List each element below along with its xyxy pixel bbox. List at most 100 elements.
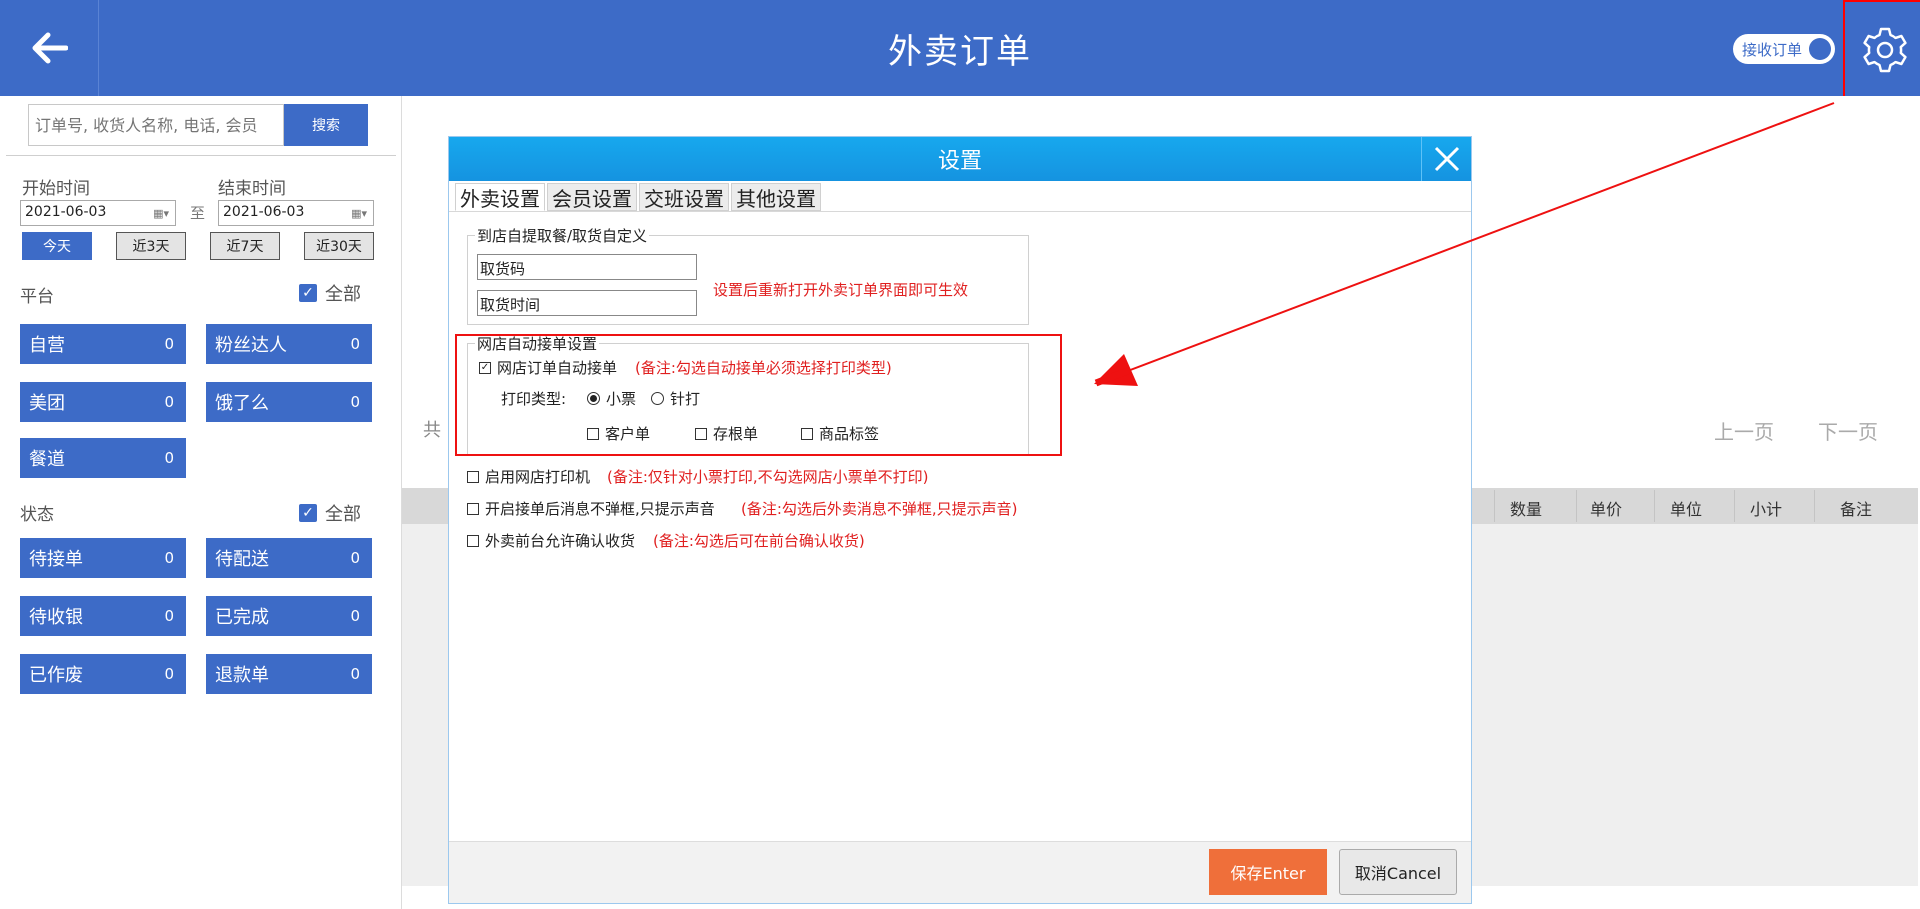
pickup-code-field[interactable]: 取货码 — [477, 254, 697, 280]
option-note: (备注:勾选后可在前台确认收货) — [653, 532, 865, 550]
tile-count: 0 — [164, 665, 174, 683]
platform-tile-meituan[interactable]: 美团 0 — [20, 382, 186, 422]
no-popup-sound-only-checkbox[interactable]: 开启接单后消息不弹框,只提示声音 — [467, 498, 715, 519]
dialog-title-text: 设置 — [937, 149, 982, 174]
platform-tile-self[interactable]: 自营 0 — [20, 324, 186, 364]
status-tile-refund[interactable]: 退款单 0 — [206, 654, 372, 694]
last-7-days-button[interactable]: 近7天 — [210, 232, 280, 260]
pickup-note: 设置后重新打开外卖订单界面即可生效 — [713, 281, 969, 299]
dialog-close-button[interactable] — [1421, 137, 1471, 181]
option-label: 外卖前台允许确认收货 — [485, 532, 636, 550]
tile-count: 0 — [350, 665, 360, 683]
platform-tile-candao[interactable]: 餐道 0 — [20, 438, 186, 478]
search-input[interactable] — [28, 104, 284, 146]
checkbox-icon — [467, 470, 479, 483]
tile-count: 0 — [164, 607, 174, 625]
option-label: 启用网店打印机 — [485, 468, 591, 486]
tile-label: 美团 — [29, 393, 65, 414]
start-date-picker[interactable]: 2021-06-03 ▦▾ — [20, 200, 176, 226]
status-all-checkbox[interactable]: ✓ 全部 — [299, 500, 361, 526]
column-header-subtotal: 小计 — [1750, 500, 1783, 519]
platform-all-checkbox[interactable]: ✓ 全部 — [299, 280, 361, 306]
tab-delivery-settings[interactable]: 外卖设置 — [455, 183, 545, 211]
settings-button[interactable] — [1843, 0, 1920, 105]
toggle-knob — [1809, 38, 1831, 60]
tile-label: 已作废 — [29, 665, 83, 686]
status-tile-completed[interactable]: 已完成 0 — [206, 596, 372, 636]
prev-page-button[interactable]: 上一页 — [1714, 416, 1774, 445]
toggle-label: 接收订单 — [1742, 40, 1803, 59]
last-30-days-button[interactable]: 近30天 — [304, 232, 374, 260]
today-button[interactable]: 今天 — [22, 232, 92, 260]
tab-member-settings[interactable]: 会员设置 — [547, 183, 637, 211]
calendar-icon: ▦▾ — [351, 207, 367, 220]
tile-label: 已完成 — [215, 607, 269, 628]
status-tile-voided[interactable]: 已作废 0 — [20, 654, 186, 694]
status-tile-to-deliver[interactable]: 待配送 0 — [206, 538, 372, 578]
tile-count: 0 — [350, 393, 360, 411]
tab-shift-settings[interactable]: 交班设置 — [639, 183, 729, 211]
pickup-group-title: 到店自提取餐/取货自定义 — [475, 225, 650, 246]
last-3-days-button[interactable]: 近3天 — [116, 232, 186, 260]
divider — [6, 155, 396, 156]
column-divider — [1734, 490, 1735, 522]
cancel-button[interactable]: 取消Cancel — [1339, 849, 1457, 895]
page-title: 外卖订单 — [888, 32, 1032, 72]
highlight-frame — [455, 334, 1062, 456]
platform-tile-fans[interactable]: 粉丝达人 0 — [206, 324, 372, 364]
tile-count: 0 — [164, 335, 174, 353]
pickup-time-field[interactable]: 取货时间 — [477, 290, 697, 316]
tile-label: 粉丝达人 — [215, 335, 287, 356]
column-header-price: 单价 — [1590, 500, 1623, 519]
save-button[interactable]: 保存Enter — [1209, 849, 1327, 895]
status-tile-pending[interactable]: 待接单 0 — [20, 538, 186, 578]
status-heading: 状态 — [20, 505, 54, 525]
start-time-label: 开始时间 — [22, 179, 90, 199]
tile-count: 0 — [350, 335, 360, 353]
status-all-label: 全部 — [325, 504, 361, 525]
checkbox-icon — [467, 534, 479, 547]
tile-label: 待配送 — [215, 549, 269, 570]
platform-tile-eleme[interactable]: 饿了么 0 — [206, 382, 372, 422]
search-button[interactable]: 搜索 — [284, 104, 368, 146]
tab-other-settings[interactable]: 其他设置 — [731, 183, 821, 211]
start-date-value: 2021-06-03 — [25, 204, 107, 220]
tile-count: 0 — [164, 393, 174, 411]
column-divider — [1576, 490, 1577, 522]
tile-label: 自营 — [29, 335, 65, 356]
total-count-label: 共 — [423, 420, 441, 441]
tile-count: 0 — [350, 549, 360, 567]
tile-label: 饿了么 — [215, 393, 269, 414]
enable-shop-printer-checkbox[interactable]: 启用网店打印机 — [467, 466, 590, 487]
option-note: (备注:勾选后外卖消息不弹框,只提示声音) — [741, 500, 1018, 518]
checkbox-icon — [467, 502, 479, 515]
option-label: 开启接单后消息不弹框,只提示声音 — [485, 500, 715, 518]
end-date-picker[interactable]: 2021-06-03 ▦▾ — [218, 200, 374, 226]
tile-label: 退款单 — [215, 665, 269, 686]
dialog-title: 设置 — [449, 137, 1471, 181]
next-page-button[interactable]: 下一页 — [1818, 416, 1878, 445]
column-divider — [1654, 490, 1655, 522]
settings-tabs: 外卖设置 会员设置 交班设置 其他设置 — [455, 183, 821, 211]
tile-count: 0 — [164, 549, 174, 567]
settings-dialog: 设置 外卖设置 会员设置 交班设置 其他设置 到店自提取餐/取货自定义 取货码 … — [448, 136, 1472, 904]
close-icon — [1434, 146, 1459, 172]
column-header-qty: 数量 — [1510, 500, 1543, 519]
check-icon: ✓ — [299, 284, 317, 302]
platform-all-label: 全部 — [325, 284, 361, 305]
filter-panel: 搜索 开始时间 结束时间 2021-06-03 ▦▾ 至 2021-06-03 … — [0, 96, 402, 909]
column-divider — [1814, 490, 1815, 522]
tile-label: 待收银 — [29, 607, 83, 628]
status-tile-to-checkout[interactable]: 待收银 0 — [20, 596, 186, 636]
option-note: (备注:仅针对小票打印,不勾选网店小票单不打印) — [607, 468, 929, 486]
front-confirm-receipt-checkbox[interactable]: 外卖前台允许确认收货 — [467, 530, 635, 551]
receive-orders-toggle[interactable]: 接收订单 — [1733, 34, 1835, 64]
gear-icon — [1863, 27, 1907, 73]
platform-heading: 平台 — [20, 287, 54, 307]
end-date-value: 2021-06-03 — [223, 204, 305, 220]
column-header-remark: 备注 — [1840, 500, 1873, 519]
calendar-icon: ▦▾ — [153, 207, 169, 220]
tile-label: 餐道 — [29, 449, 65, 470]
column-header-unit: 单位 — [1670, 500, 1703, 519]
tile-count: 0 — [350, 607, 360, 625]
